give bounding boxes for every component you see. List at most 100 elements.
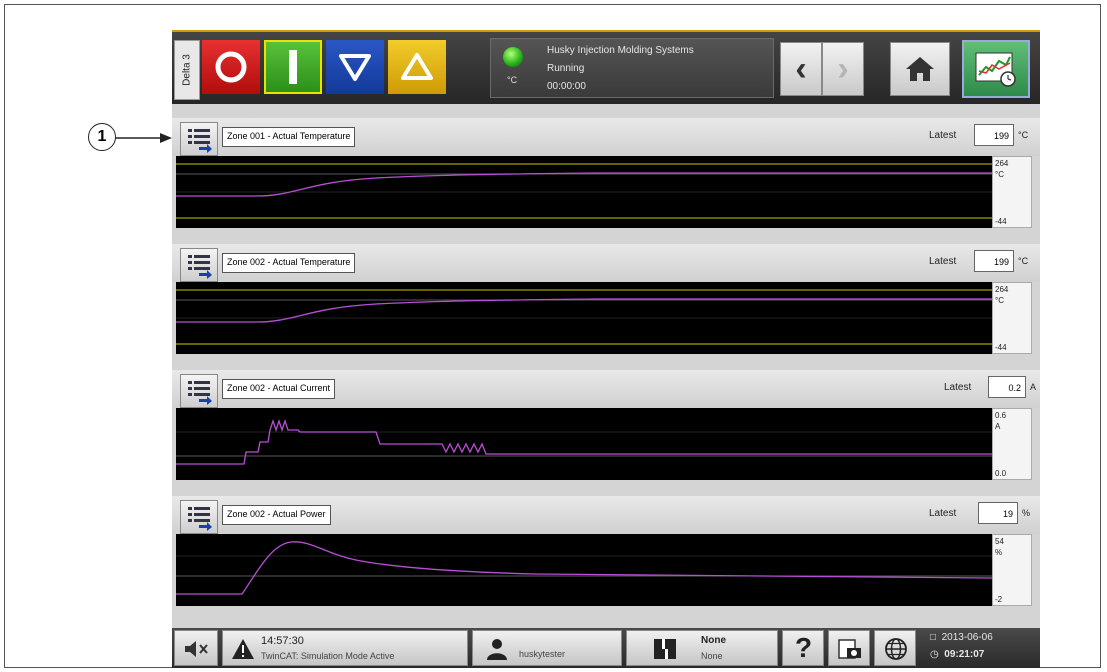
trend-menu-button[interactable] — [180, 500, 218, 534]
alarm-time: 14:57:30 — [261, 635, 304, 647]
stop-button[interactable] — [202, 40, 260, 94]
trend-trace — [176, 172, 992, 197]
trend-plot[interactable] — [176, 534, 993, 606]
down-triangle-icon — [339, 54, 371, 81]
trend-label[interactable]: Zone 002 - Actual Current — [222, 379, 336, 399]
trend-plot-svg — [176, 418, 992, 465]
scale-unit: % — [995, 548, 1003, 557]
latest-label: Latest — [929, 130, 957, 141]
callout-arrow-icon — [116, 133, 172, 143]
stop-icon — [215, 51, 247, 83]
scale-min: -2 — [995, 595, 1003, 604]
camera-icon — [838, 639, 861, 659]
up-triangle-icon — [401, 53, 433, 80]
top-toolbar: Delta 3 °C Husky Injection Molding Syste… — [172, 30, 1040, 104]
trend-panel-3: Zone 002 - Actual Current Latest 0.2 A 0… — [172, 370, 1040, 496]
mute-button[interactable] — [174, 630, 218, 666]
trend-trace — [176, 541, 993, 595]
list-arrow-icon — [188, 507, 212, 531]
trend-panel-header: Zone 002 - Actual Power Latest 19 % — [172, 496, 1040, 534]
husky-hmi-screen: Delta 3 °C Husky Injection Molding Syste… — [172, 30, 1040, 668]
user-button[interactable]: huskytester — [472, 630, 622, 666]
home-button[interactable] — [890, 42, 950, 96]
user-icon — [487, 639, 507, 660]
user-name: huskytester — [519, 649, 566, 659]
mold-button[interactable]: None None — [626, 630, 778, 666]
screenshot-button[interactable] — [828, 630, 870, 666]
trend-scale: 264 °C -44 — [992, 156, 1032, 228]
trend-panel-header: Zone 002 - Actual Current Latest 0.2 A — [172, 370, 1040, 408]
help-icon: ? — [795, 632, 813, 663]
trend-plot[interactable] — [176, 408, 992, 480]
latest-label: Latest — [944, 382, 972, 393]
trend-scale: 264 °C -44 — [992, 282, 1032, 354]
latest-label: Latest — [929, 508, 957, 519]
latest-value: 199 — [974, 124, 1014, 146]
trend-plot-svg — [176, 289, 992, 345]
trend-label[interactable]: Zone 002 - Actual Temperature — [222, 253, 356, 273]
chevron-left-icon: ‹ — [795, 50, 807, 88]
start-button[interactable] — [264, 40, 322, 94]
trend-panel-header: Zone 002 - Actual Temperature Latest 199… — [172, 244, 1040, 282]
status-led-icon — [503, 47, 523, 67]
callout-number: 1 — [88, 123, 116, 151]
start-icon — [289, 50, 297, 84]
trend-panel-2: Zone 002 - Actual Temperature Latest 199… — [172, 244, 1040, 370]
latest-unit: % — [1022, 508, 1031, 518]
scale-min: -44 — [995, 343, 1007, 352]
mold-name: None — [701, 635, 726, 646]
scale-max: 264 — [995, 159, 1009, 168]
mold-detail: None — [701, 651, 723, 661]
down-button[interactable] — [326, 40, 384, 94]
scale-max: 0.6 — [995, 411, 1007, 420]
current-time: 09:21:07 — [944, 649, 985, 660]
chevron-right-icon: › — [837, 50, 849, 88]
forward-button[interactable]: › — [822, 42, 864, 96]
trend-trace — [176, 418, 992, 465]
language-button[interactable] — [874, 630, 916, 666]
scale-max: 264 — [995, 285, 1009, 294]
list-arrow-icon — [188, 255, 212, 279]
alarm-message: TwinCAT: Simulation Mode Active — [261, 651, 395, 661]
scale-unit: A — [995, 422, 1001, 431]
trend-menu-button[interactable] — [180, 248, 218, 282]
list-arrow-icon — [188, 129, 212, 153]
alarm-button[interactable]: 14:57:30 TwinCAT: Simulation Mode Active — [222, 630, 468, 666]
system-title: Husky Injection Molding Systems — [547, 45, 694, 56]
trend-plot-svg — [176, 541, 993, 595]
scale-min: -44 — [995, 217, 1007, 226]
machine-status-panel[interactable]: °C Husky Injection Molding Systems Runni… — [490, 38, 774, 98]
help-button[interactable]: ? — [782, 630, 824, 666]
list-arrow-icon — [188, 381, 212, 405]
back-button[interactable]: ‹ — [780, 42, 822, 96]
trend-panel-1: Zone 001 - Actual Temperature Latest 199… — [172, 118, 1040, 244]
station-tab-label: Delta 3 — [181, 54, 193, 86]
trend-label[interactable]: Zone 002 - Actual Power — [222, 505, 331, 525]
trend-trace — [176, 298, 992, 323]
mold-icon — [654, 639, 676, 659]
date-time-display: □ 2013-06-06 ◷ 09:21:07 — [930, 632, 993, 666]
trend-label[interactable]: Zone 001 - Actual Temperature — [222, 127, 356, 147]
latest-unit: A — [1030, 382, 1037, 392]
trend-panel-header: Zone 001 - Actual Temperature Latest 199… — [172, 118, 1040, 156]
latest-label: Latest — [929, 256, 957, 267]
current-date: 2013-06-06 — [941, 632, 993, 643]
trend-menu-button[interactable] — [180, 122, 218, 156]
trend-scale: 0.6 A 0.0 — [992, 408, 1032, 480]
trend-plot[interactable] — [176, 156, 992, 228]
latest-value: 19 — [978, 502, 1018, 524]
trend-plot-svg — [176, 163, 992, 219]
trend-chart-icon — [975, 52, 1016, 87]
bottom-status-bar: 14:57:30 TwinCAT: Simulation Mode Active… — [172, 628, 1040, 668]
trend-plot[interactable] — [176, 282, 992, 354]
trend-scale: 54 % -2 — [992, 534, 1032, 606]
trend-panel-4: Zone 002 - Actual Power Latest 19 % 54 %… — [172, 496, 1040, 622]
station-tab[interactable]: Delta 3 — [174, 40, 200, 100]
globe-icon — [885, 638, 907, 660]
machine-state: Running — [547, 63, 585, 74]
trends-button[interactable] — [962, 40, 1030, 98]
scale-unit: °C — [995, 296, 1004, 305]
home-icon — [906, 57, 934, 81]
up-button[interactable] — [388, 40, 446, 94]
trend-menu-button[interactable] — [180, 374, 218, 408]
